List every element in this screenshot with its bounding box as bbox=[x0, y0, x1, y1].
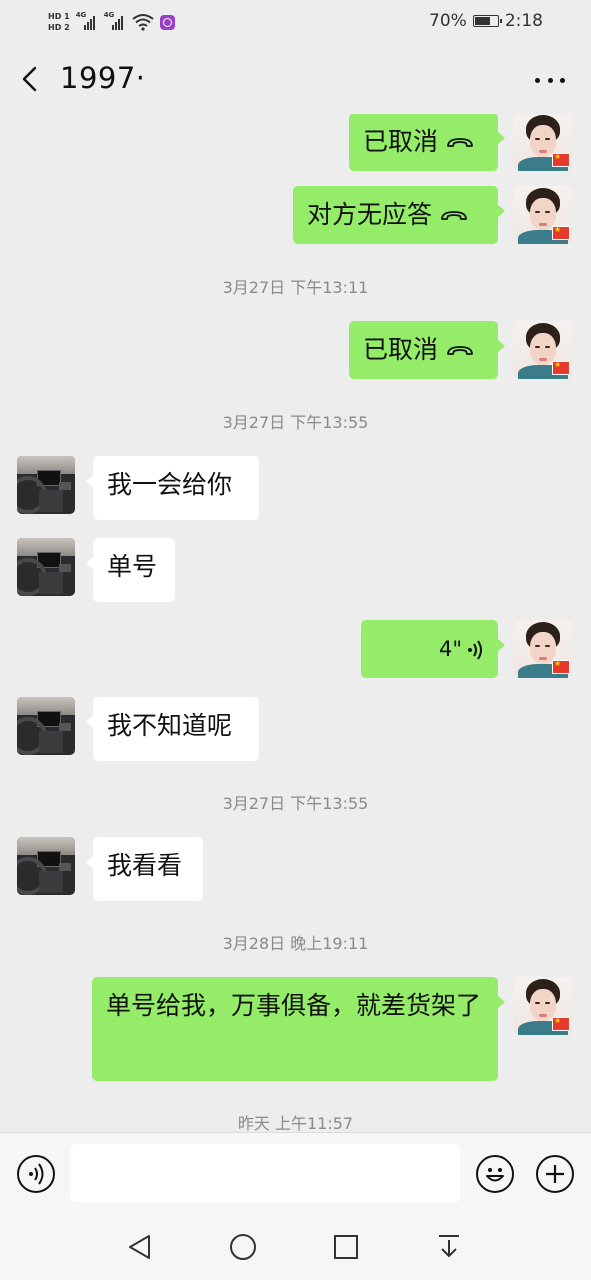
message-text: 我一会给你 bbox=[107, 470, 233, 499]
signal-icon: 4G bbox=[75, 11, 98, 30]
phone-hangup-icon bbox=[447, 346, 473, 355]
phone-hangup-icon bbox=[447, 138, 473, 147]
wifi-icon bbox=[132, 14, 154, 31]
status-left: HD 1 HD 2 4G 4G bbox=[48, 6, 175, 38]
recents-square-icon[interactable] bbox=[331, 1232, 361, 1262]
timestamp: 3月27日 下午13:55 bbox=[222, 413, 369, 432]
phone-hangup-icon bbox=[441, 211, 467, 220]
timestamp: 3月28日 晚上19:11 bbox=[222, 934, 369, 953]
voice-duration: 4" bbox=[438, 637, 462, 661]
call-message-bubble[interactable]: 已取消 bbox=[349, 114, 505, 171]
app-notification-icon bbox=[159, 14, 175, 30]
my-avatar[interactable] bbox=[514, 620, 572, 678]
system-nav-bar bbox=[0, 1214, 591, 1280]
chat-header: 1997· bbox=[0, 44, 591, 114]
timestamp: 3月27日 下午13:55 bbox=[222, 794, 369, 813]
hd1-label: HD 1 bbox=[48, 12, 70, 21]
hd-icon: HD 1 HD 2 bbox=[48, 12, 70, 32]
clock: 2:18 bbox=[504, 11, 543, 31]
notification-pull-icon[interactable] bbox=[434, 1232, 464, 1262]
contact-avatar[interactable] bbox=[17, 697, 75, 755]
status-bar: HD 1 HD 2 4G 4G 70% 2:18 bbox=[0, 0, 591, 44]
my-avatar[interactable] bbox=[514, 186, 572, 244]
more-dots-icon[interactable] bbox=[535, 78, 565, 84]
message-bubble[interactable]: 单号 bbox=[86, 538, 175, 602]
contact-avatar[interactable] bbox=[17, 837, 75, 895]
voice-input-icon[interactable] bbox=[17, 1155, 55, 1193]
battery-icon bbox=[472, 15, 502, 27]
call-message-bubble[interactable]: 已取消 bbox=[349, 321, 505, 379]
message-bubble[interactable]: 我不知道呢 bbox=[86, 697, 259, 761]
input-bar bbox=[0, 1132, 591, 1215]
contact-avatar[interactable] bbox=[17, 456, 75, 514]
signal-icon: 4G bbox=[103, 11, 126, 30]
voice-message-bubble[interactable]: 4" bbox=[361, 620, 505, 678]
chat-title: 1997· bbox=[60, 61, 146, 95]
message-text: 对方无应答 bbox=[307, 200, 433, 229]
contact-avatar[interactable] bbox=[17, 538, 75, 596]
message-text: 已取消 bbox=[363, 335, 439, 364]
battery-fill bbox=[474, 17, 490, 25]
chevron-left-icon[interactable] bbox=[16, 64, 46, 94]
call-message-bubble[interactable]: 对方无应答 bbox=[293, 186, 505, 244]
battery-percent: 70% bbox=[429, 11, 467, 31]
message-text: 我不知道呢 bbox=[107, 711, 233, 740]
voice-wave-icon bbox=[468, 640, 482, 660]
back-triangle-icon[interactable] bbox=[125, 1232, 155, 1262]
timestamp: 昨天 上午11:57 bbox=[237, 1114, 354, 1132]
signal-2-label: 4G bbox=[103, 11, 115, 19]
signal-1-label: 4G bbox=[75, 11, 87, 19]
timestamp: 3月27日 下午13:11 bbox=[222, 278, 369, 297]
message-bubble[interactable]: 我一会给你 bbox=[86, 456, 259, 520]
my-avatar[interactable] bbox=[514, 114, 572, 171]
message-bubble[interactable]: 我看看 bbox=[86, 837, 203, 901]
message-input[interactable] bbox=[70, 1144, 460, 1202]
message-text: 我看看 bbox=[107, 851, 183, 880]
status-right: 70% 2:18 bbox=[429, 11, 543, 31]
message-text: 已取消 bbox=[363, 127, 439, 156]
hd2-label: HD 2 bbox=[48, 23, 70, 32]
message-list[interactable]: 已取消 对方无应答 3月27日 下午13:11 已取消 3月27日 下午13:5… bbox=[0, 114, 591, 1132]
message-text: 单号给我，万事俱备，就差货架了 bbox=[106, 991, 482, 1020]
message-bubble[interactable]: 单号给我，万事俱备，就差货架了 bbox=[92, 977, 505, 1081]
emoji-icon[interactable] bbox=[476, 1155, 514, 1193]
message-text: 单号 bbox=[107, 552, 158, 581]
my-avatar[interactable] bbox=[514, 321, 572, 379]
home-circle-icon[interactable] bbox=[228, 1232, 258, 1262]
plus-icon[interactable] bbox=[536, 1155, 574, 1193]
my-avatar[interactable] bbox=[514, 977, 572, 1035]
